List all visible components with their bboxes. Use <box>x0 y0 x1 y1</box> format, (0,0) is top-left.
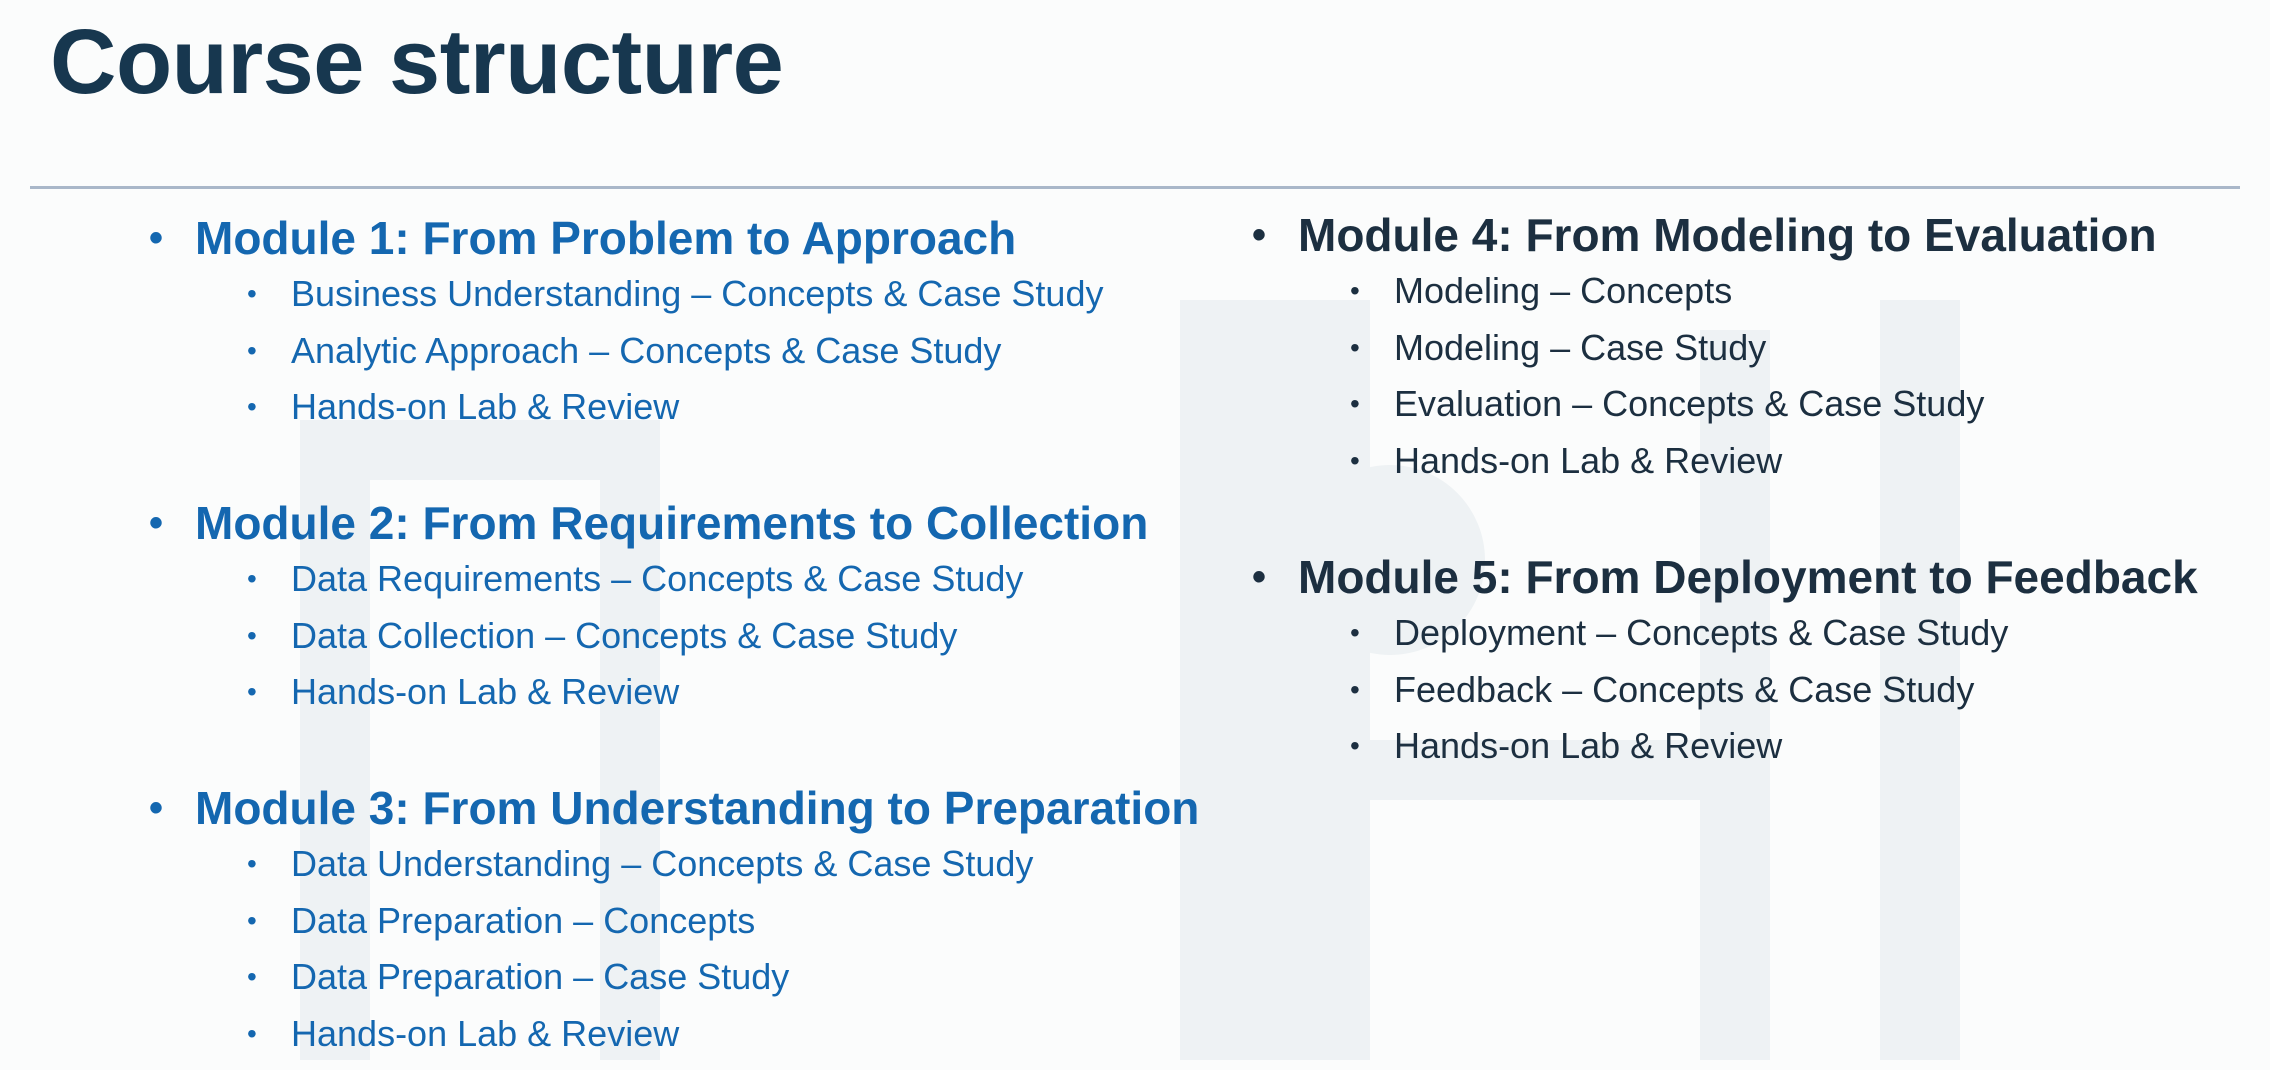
bullet-icon: • <box>149 501 164 545</box>
module-heading-text: Module 5: From Deployment to Feedback <box>1298 551 2198 603</box>
topic-text: Hands-on Lab & Review <box>291 1012 680 1054</box>
module-heading: • Module 4: From Modeling to Evaluation <box>1252 207 2157 263</box>
bullet-icon: • <box>247 334 257 366</box>
topic-text: Deployment – Concepts & Case Study <box>1394 612 2009 653</box>
bullet-icon: • <box>247 848 257 879</box>
topic-text: Hands-on Lab & Review <box>1394 725 1783 766</box>
slide-title: Course structure <box>50 11 784 113</box>
bullet-icon: • <box>1350 331 1360 363</box>
bullet-icon: • <box>1252 555 1267 599</box>
topic-text: Hands-on Lab & Review <box>1394 439 1783 481</box>
bullet-icon: • <box>247 391 257 422</box>
bullet-icon: • <box>1350 275 1360 306</box>
list-item: • Analytic Approach – Concepts & Case Stu… <box>195 323 1103 380</box>
list-item: • Business Understanding – Concepts & Cas… <box>195 266 1103 323</box>
list-item: • Evaluation – Concepts & Case Study <box>1298 376 2157 433</box>
topic-text: Modeling – Case Study <box>1394 326 1767 368</box>
list-item: • Deployment – Concepts & Case Study <box>1298 605 2198 662</box>
bullet-icon: • <box>1350 444 1360 476</box>
topic-text: Analytic Approach – Concepts & Case Stud… <box>291 329 1002 371</box>
topic-text: Data Preparation – Concepts <box>291 899 756 941</box>
topic-text: Data Collection – Concepts & Case Study <box>291 614 958 656</box>
topic-text: Data Preparation – Case Study <box>291 956 790 997</box>
bullet-icon: • <box>247 1017 257 1049</box>
module-5: • Module 5: From Deployment to Feedback … <box>1252 549 2198 775</box>
bullet-icon: • <box>247 676 257 707</box>
module-heading: • Module 3: From Understanding to Prepar… <box>149 780 1200 836</box>
bullet-icon: • <box>247 961 257 992</box>
list-item: • Hands-on Lab & Review <box>1298 433 2157 490</box>
topic-list: • Deployment – Concepts & Case Study • Fee… <box>1298 605 2198 775</box>
topic-text: Evaluation – Concepts & Case Study <box>1394 383 1985 424</box>
bullet-icon: • <box>149 786 164 830</box>
list-item: • Modeling – Concepts <box>1298 263 2157 320</box>
list-item: • Data Preparation – Case Study <box>195 949 1199 1006</box>
bullet-icon: • <box>247 904 257 936</box>
module-1: • Module 1: From Problem to Approach • Bu… <box>149 210 1103 436</box>
list-item: • Feedback – Concepts & Case Study <box>1298 662 2198 719</box>
list-item: • Modeling – Case Study <box>1298 320 2157 377</box>
topic-list: • Modeling – Concepts • Modeling – Case St… <box>1298 263 2157 489</box>
module-4: • Module 4: From Modeling to Evaluation … <box>1252 207 2157 489</box>
bullet-icon: • <box>1350 730 1360 761</box>
bullet-icon: • <box>149 216 164 260</box>
topic-text: Data Understanding – Concepts & Case Stu… <box>291 843 1034 884</box>
module-heading-text: Module 2: From Requirements to Collectio… <box>195 497 1149 549</box>
bullet-icon: • <box>247 619 257 651</box>
module-heading-text: Module 4: From Modeling to Evaluation <box>1298 209 2157 261</box>
module-heading: • Module 1: From Problem to Approach <box>149 210 1103 266</box>
module-heading-text: Module 3: From Understanding to Preparat… <box>195 782 1200 834</box>
list-item: • Hands-on Lab & Review <box>195 1006 1199 1063</box>
module-2: • Module 2: From Requirements to Collect… <box>149 495 1149 721</box>
list-item: • Data Preparation – Concepts <box>195 893 1199 950</box>
topic-list: • Data Understanding – Concepts & Case St… <box>195 836 1199 1062</box>
module-heading: • Module 2: From Requirements to Collect… <box>149 495 1149 551</box>
bullet-icon: • <box>1350 673 1360 705</box>
topic-text: Hands-on Lab & Review <box>291 671 680 712</box>
module-heading-text: Module 1: From Problem to Approach <box>195 212 1017 264</box>
bullet-icon: • <box>247 563 257 594</box>
topic-list: • Data Requirements – Concepts & Case Stu… <box>195 551 1148 721</box>
list-item: • Hands-on Lab & Review <box>195 379 1103 436</box>
topic-text: Feedback – Concepts & Case Study <box>1394 668 1975 710</box>
bullet-icon: • <box>247 278 257 309</box>
module-3: • Module 3: From Understanding to Prepar… <box>149 780 1200 1062</box>
bullet-icon: • <box>1350 388 1360 419</box>
list-item: • Hands-on Lab & Review <box>1298 718 2198 775</box>
topic-text: Hands-on Lab & Review <box>291 386 680 427</box>
title-divider <box>30 186 2240 189</box>
topic-text: Data Requirements – Concepts & Case Stud… <box>291 558 1024 599</box>
list-item: • Data Understanding – Concepts & Case St… <box>195 836 1199 893</box>
bullet-icon: • <box>1252 213 1267 257</box>
topic-list: • Business Understanding – Concepts & Cas… <box>195 266 1103 436</box>
module-heading: • Module 5: From Deployment to Feedback <box>1252 549 2198 605</box>
topic-text: Business Understanding – Concepts & Case… <box>291 273 1104 314</box>
list-item: • Data Collection – Concepts & Case Study <box>195 608 1148 665</box>
bullet-icon: • <box>1350 617 1360 648</box>
list-item: • Data Requirements – Concepts & Case Stu… <box>195 551 1148 608</box>
topic-text: Modeling – Concepts <box>1394 270 1733 311</box>
list-item: • Hands-on Lab & Review <box>195 664 1148 721</box>
